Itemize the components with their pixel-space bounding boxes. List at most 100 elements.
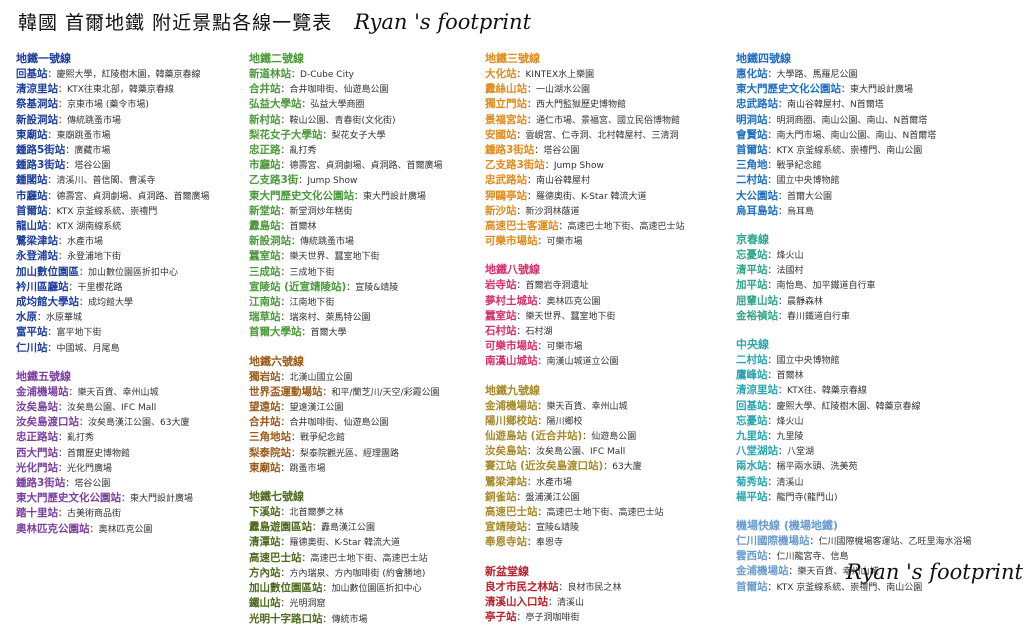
attractions: 北漢山國立公園 xyxy=(289,372,353,383)
station-row: 八堂湖站：八堂湖 xyxy=(736,444,1016,459)
separator: ： xyxy=(527,176,537,187)
station-name: 弘益大學站 xyxy=(249,98,302,111)
attractions: 合井咖啡街、仙遊島公園 xyxy=(289,85,389,96)
station-name: 三成站 xyxy=(249,265,281,278)
separator: ： xyxy=(767,416,777,427)
separator: ： xyxy=(788,567,798,578)
attractions: KTX 湖南線系統 xyxy=(56,222,122,233)
station-name: 回基站 xyxy=(16,68,48,80)
station-row: 衿川區廳站：干里櫻花路 xyxy=(16,280,256,295)
attractions: 水產市場 xyxy=(536,477,573,488)
attractions: 和平/蘭芝川/天空/彩霞公園 xyxy=(331,387,440,398)
station-row: 梨泰院站：梨泰院觀光區、經理團路 xyxy=(249,446,489,461)
attractions: 光化門廣場 xyxy=(67,463,113,474)
station-row: 獨岩站：北漢山國立公園 xyxy=(249,370,489,385)
station-name: 汝矣島站 xyxy=(16,401,58,414)
station-row: 世界盃運動場站：和平/蘭芝川/天空/彩霞公園 xyxy=(249,385,489,400)
attractions: 水原華城 xyxy=(46,313,83,324)
attractions: 梨泰院觀光區、經理團路 xyxy=(300,448,400,459)
attractions: 永登浦地下街 xyxy=(67,252,122,263)
separator: ： xyxy=(778,447,788,458)
line-title: 地鐵九號線 xyxy=(485,383,540,397)
separator: ： xyxy=(527,100,537,111)
station-name: 光化門站 xyxy=(16,461,58,474)
station-name: 瑞草站 xyxy=(249,311,281,324)
station-row: 新堂站：新堂洞炒年糕街 xyxy=(249,204,489,219)
station-name: 加平站 xyxy=(736,279,768,292)
station-name: 首爾站 xyxy=(736,580,768,593)
station-row: 鍾路3街站：塔谷公園 xyxy=(16,158,256,173)
station-name: 東大門歷史文化公園站 xyxy=(736,83,841,96)
station-name: 成均館大學站 xyxy=(16,296,79,309)
separator: ： xyxy=(603,462,613,473)
station-name: 纛島遊園區站 xyxy=(249,521,312,534)
attractions: 汝矣島漢江公園、63大廈 xyxy=(88,418,190,429)
attractions: 水產市場 xyxy=(67,237,104,248)
station-row: 明洞站：明洞商圈、南山公園、南山、N首爾塔 xyxy=(736,113,1016,128)
attractions: 晨靜森林 xyxy=(787,296,824,307)
station-name: 新道林站 xyxy=(249,68,291,80)
attractions: KTX 京釜線系統、崇禮門、南山公園 xyxy=(776,146,923,157)
station-row: 首爾大學站：首爾大學 xyxy=(249,325,489,340)
station-name: 東大門歷史文化公園站 xyxy=(249,189,354,202)
attractions: 明洞商圈、南山公園、南山、N首爾塔 xyxy=(776,115,928,126)
separator: ： xyxy=(280,206,290,217)
attractions: 方內瑞泉、方內咖啡街 (約會勝地) xyxy=(289,568,426,579)
line-title: 地鐵一號線 xyxy=(16,52,71,65)
station-row: 南漢山城站：南漢山城道立公園 xyxy=(485,354,725,369)
station-row: 奧林匹克公園站：奧林匹克公園 xyxy=(16,522,256,537)
station-name: 光明十字路口站 xyxy=(249,612,323,625)
attractions: 可樂市場 xyxy=(546,237,583,248)
station-row: 光明十字路口站：傳統市場 xyxy=(249,612,489,627)
station-row: 亭子站：亭子洞咖啡街 xyxy=(485,610,725,625)
separator: ： xyxy=(537,416,547,427)
separator: ： xyxy=(767,582,777,593)
attractions: 高速巴士地下街、高速巴士站 xyxy=(546,508,664,519)
attractions: 陽川鄉校 xyxy=(546,416,583,427)
line-title: 地鐵三號線 xyxy=(485,52,540,65)
station-row: 忘憂站：烽火山 xyxy=(736,414,1016,429)
line-section: 地鐵九號線 金浦機場站：樂天百貨、幸州山城 陽川鄉校站：陽川鄉校 仙遊島站 (近合井站… xyxy=(485,384,725,551)
attractions: KTX 京釜線系統、崇禮門、南山公園 xyxy=(776,582,923,593)
station-name: 永登浦站 xyxy=(16,250,58,263)
separator: ： xyxy=(47,222,57,233)
separator: ： xyxy=(537,508,547,519)
attractions: 光明洞窟 xyxy=(289,599,326,610)
station-name: 加山數位園區 xyxy=(16,265,79,278)
separator: ： xyxy=(280,252,290,263)
attractions: 雲峴宮、仁寺洞、北村韓屋村、三清洞 xyxy=(525,130,679,141)
attractions: 三成地下街 xyxy=(289,267,335,278)
station-row: 奉恩寺站：奉恩寺 xyxy=(485,535,725,550)
separator: ： xyxy=(841,85,851,96)
separator: ： xyxy=(767,371,777,382)
station-name: 大公園站 xyxy=(736,189,778,202)
attractions: KTX 京釜線系統、崇禮門 xyxy=(56,206,158,217)
station-row: 光化門站：光化門廣場 xyxy=(16,461,256,476)
station-row: 高速巴士客運站：高速巴士地下街、高速巴士站 xyxy=(485,219,725,234)
attractions: 戰爭紀念館 xyxy=(300,433,346,444)
station-row: 清涼里站：KTX往東北部，韓藥京春線 xyxy=(16,82,256,97)
separator: ： xyxy=(65,479,75,490)
attractions: 廣藏市場 xyxy=(74,146,111,157)
line-section: 京春線 忘憂站：烽火山 清平站：法國村 加平站：南怡島、加平鐵道自行車 屈輩山站：晨靜森… xyxy=(736,233,1016,324)
separator: ： xyxy=(47,328,57,339)
station-row: 回基站：慶熙大學，紅陵樹木園，韓藥京春線 xyxy=(16,67,256,82)
station-name: 忘憂站 xyxy=(736,414,768,427)
station-row: 清潭站：羅德奧街、K-Star 韓流大道 xyxy=(249,535,489,550)
station-row: 新設洞站：傳統跳蚤市場 xyxy=(16,113,256,128)
separator: ： xyxy=(58,100,68,111)
separator: ： xyxy=(58,509,68,520)
station-row: 金裕禎站：春川鐵道自行車 xyxy=(736,309,1016,324)
attractions: 東大門設計廣場 xyxy=(363,191,427,202)
attractions: 清溪山 xyxy=(776,477,804,488)
attractions: 一山湖水公園 xyxy=(536,85,591,96)
separator: ： xyxy=(767,492,777,503)
station-row: 纛島站：首爾林 xyxy=(249,219,489,234)
station-name: 忠武路站 xyxy=(736,98,778,111)
page-title: 韓國 首爾地鐵 附近景點各線一覽表 xyxy=(18,12,333,34)
separator: ： xyxy=(291,237,301,248)
station-name: 高速巴士客運站 xyxy=(485,220,559,233)
attractions: KINTEX水上樂園 xyxy=(525,70,595,80)
separator: ： xyxy=(767,401,777,412)
station-row: 西大門站：首爾歷史博物館 xyxy=(16,446,256,461)
